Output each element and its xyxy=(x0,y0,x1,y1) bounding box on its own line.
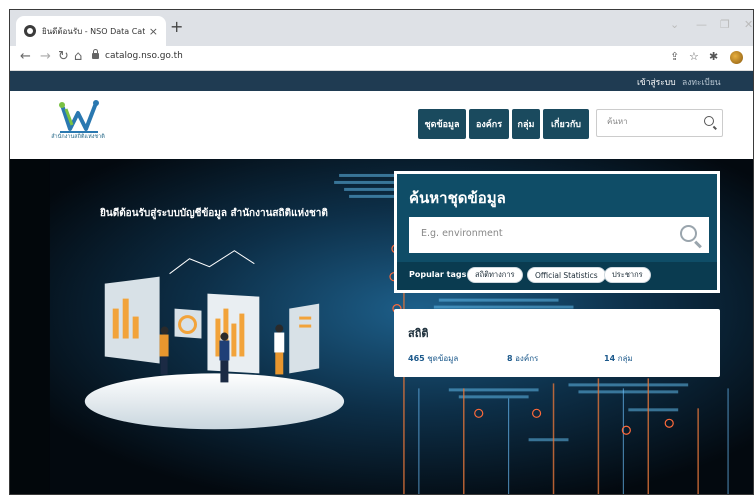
groups-count: 14 xyxy=(604,354,616,363)
organizations-label: องค์กร xyxy=(515,354,539,363)
search-card-title: ค้นหาชุดข้อมูล xyxy=(409,189,506,207)
hero-banner: ยินดีต้อนรับสู่ระบบบัญชีข้อมูล สำนักงานส… xyxy=(10,159,753,494)
star-icon[interactable]: ☆ xyxy=(689,50,699,63)
account-bar: เข้าสู่ระบบ ลงทะเบียน xyxy=(10,71,753,91)
url-text[interactable]: catalog.nso.go.th xyxy=(105,51,183,61)
dataset-search-box[interactable] xyxy=(409,217,709,253)
home-icon[interactable]: ⌂ xyxy=(74,49,82,64)
header-search[interactable] xyxy=(596,109,723,137)
forward-icon[interactable]: → xyxy=(40,49,51,64)
menu-icon[interactable]: ⋮ xyxy=(749,50,753,63)
tab-close-icon[interactable]: × xyxy=(149,25,158,38)
nav-organizations[interactable]: องค์กร xyxy=(469,109,509,139)
reload-icon[interactable]: ↻ xyxy=(58,49,69,64)
welcome-heading: ยินดีต้อนรับสู่ระบบบัญชีข้อมูล สำนักงานส… xyxy=(100,208,328,219)
stat-datasets[interactable]: 465 ชุดข้อมูล xyxy=(408,352,458,365)
close-window-icon[interactable]: ✕ xyxy=(744,18,753,31)
tag-official-statistics-th[interactable]: สถิติทางการ xyxy=(467,267,523,283)
browser-window: ยินดีต้อนรับ - NSO Data Catalog × + ⌄ — … xyxy=(9,9,754,495)
stats-title: สถิติ xyxy=(408,327,429,340)
dataset-search-card: ค้นหาชุดข้อมูล Popular tags สถิติทางการ … xyxy=(394,171,720,293)
search-icon[interactable] xyxy=(680,225,697,242)
maximize-icon[interactable]: ❐ xyxy=(720,18,730,31)
datasets-count: 465 xyxy=(408,354,425,363)
dataset-search-input[interactable] xyxy=(419,227,663,240)
popular-tags-row: Popular tags สถิติทางการ Official Statis… xyxy=(397,262,717,290)
nav-datasets[interactable]: ชุดข้อมูล xyxy=(418,109,466,139)
header-search-input[interactable] xyxy=(605,116,699,127)
nav-groups[interactable]: กลุ่ม xyxy=(512,109,540,139)
back-icon[interactable]: ← xyxy=(20,49,31,64)
datasets-label: ชุดข้อมูล xyxy=(427,354,459,363)
logo-caption: สำนักงานสถิติแห่งชาติ xyxy=(51,134,105,140)
register-link[interactable]: ลงทะเบียน xyxy=(682,75,721,89)
stat-groups[interactable]: 14 กลุ่ม xyxy=(604,352,633,365)
profile-avatar[interactable] xyxy=(730,51,743,64)
popular-tags-label: Popular tags xyxy=(409,270,467,279)
login-link[interactable]: เข้าสู่ระบบ xyxy=(637,75,676,89)
search-icon[interactable] xyxy=(704,116,714,126)
tag-population[interactable]: ประชากร xyxy=(604,267,651,283)
tab-search-icon[interactable]: ⌄ xyxy=(670,18,679,31)
minimize-icon[interactable]: — xyxy=(696,18,707,31)
tab-title: ยินดีต้อนรับ - NSO Data Catalog xyxy=(42,26,145,36)
browser-tab[interactable]: ยินดีต้อนรับ - NSO Data Catalog × xyxy=(16,16,166,46)
share-icon[interactable]: ⇪ xyxy=(670,50,679,63)
site-header: สำนักงานสถิติแห่งชาติ ชุดข้อมูล องค์กร ก… xyxy=(10,91,753,159)
nav-about[interactable]: เกี่ยวกับ xyxy=(543,109,589,139)
organizations-count: 8 xyxy=(507,354,513,363)
new-tab-button[interactable]: + xyxy=(170,17,183,36)
stat-organizations[interactable]: 8 องค์กร xyxy=(507,352,538,365)
tab-strip: ยินดีต้อนรับ - NSO Data Catalog × + ⌄ — … xyxy=(10,10,753,46)
address-toolbar: ← → ↻ ⌂ catalog.nso.go.th ⇪ ☆ ✱ ⋮ xyxy=(10,46,753,71)
favicon-icon xyxy=(24,25,36,37)
stats-card: สถิติ 465 ชุดข้อมูล 8 องค์กร 14 กลุ่ม xyxy=(394,309,720,377)
groups-label: กลุ่ม xyxy=(617,354,633,363)
tag-official-statistics[interactable]: Official Statistics xyxy=(527,267,606,283)
extensions-icon[interactable]: ✱ xyxy=(709,50,718,63)
lock-icon[interactable] xyxy=(92,49,99,59)
